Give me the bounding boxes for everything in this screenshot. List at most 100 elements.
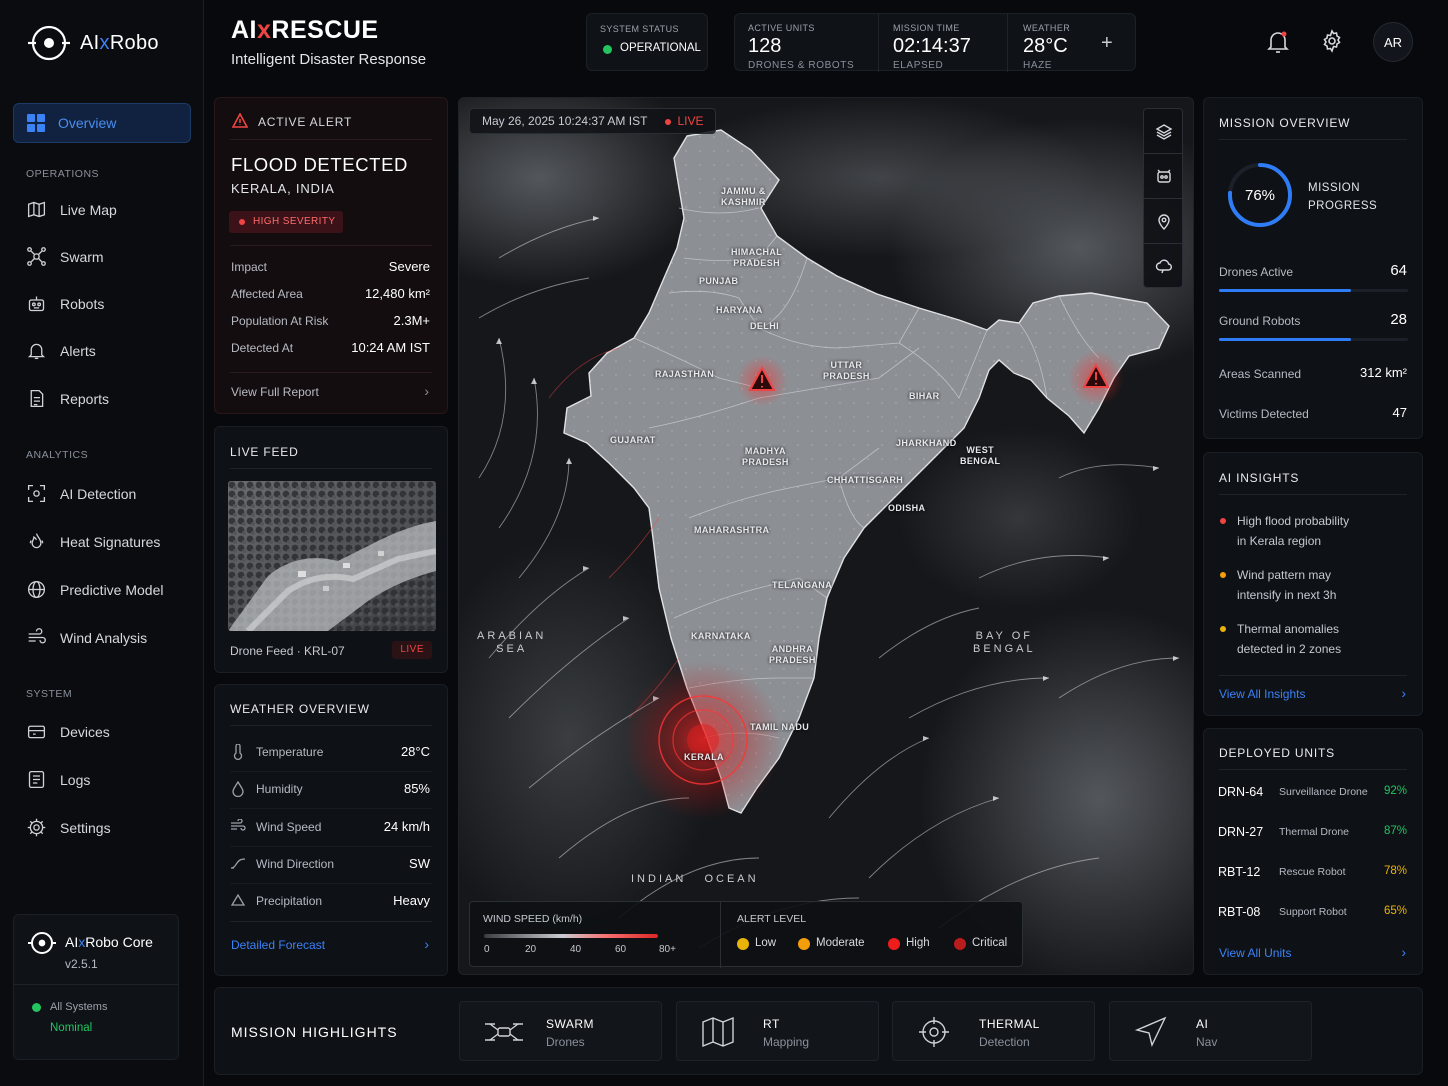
gear-icon[interactable] xyxy=(1320,29,1344,53)
wind-tick: 20 xyxy=(525,944,537,955)
chevron-right-icon[interactable]: › xyxy=(1401,944,1406,960)
state-label: KERALA xyxy=(684,752,724,762)
sidebar-item-reports[interactable]: Reports xyxy=(26,388,109,409)
weather-overview-title: WEATHER OVERVIEW xyxy=(230,702,370,716)
globe-icon xyxy=(27,580,46,599)
add-widget-button[interactable]: + xyxy=(1101,32,1113,55)
state-label: TELANGANA xyxy=(772,580,833,590)
mission-time-value: 02:14:37 xyxy=(893,35,971,57)
sea-label: ARABIAN SEA xyxy=(477,630,547,655)
unit-battery: 92% xyxy=(1383,785,1407,797)
sidebar-item-logs[interactable]: Logs xyxy=(26,769,90,790)
state-label: PUNJAB xyxy=(699,276,739,286)
mission-progress-value: 76% xyxy=(1244,187,1276,204)
view-full-report-link[interactable]: View Full Report xyxy=(231,385,319,399)
sidebar-item-predictive-model[interactable]: Predictive Model xyxy=(26,579,164,600)
india-map-canvas[interactable] xyxy=(459,98,1194,975)
severity-badge: HIGH SEVERITY xyxy=(229,211,344,233)
sidebar-item-heat-signatures[interactable]: Heat Signatures xyxy=(26,531,160,552)
unit-id[interactable]: RBT-12 xyxy=(1218,865,1260,879)
highlight-subtitle: Drones xyxy=(546,1035,585,1049)
sidebar-item-settings[interactable]: Settings xyxy=(26,817,111,838)
sidebar-item-alerts[interactable]: Alerts xyxy=(26,340,96,361)
divider xyxy=(1144,198,1182,199)
drone-feed-image[interactable] xyxy=(228,481,436,631)
divider xyxy=(230,139,432,140)
active-units-label: ACTIVE UNITS xyxy=(748,23,815,33)
chevron-right-icon[interactable]: › xyxy=(424,383,429,399)
alert-level-low: Low xyxy=(737,937,776,950)
ai-insights-title: AI INSIGHTS xyxy=(1219,471,1300,485)
divider xyxy=(1144,243,1182,244)
divider xyxy=(230,808,432,809)
live-feed-panel: LIVE FEED Drone Feed · KRL-07 LIVE xyxy=(214,426,448,673)
sidebar-item-ai-detection[interactable]: AI Detection xyxy=(26,483,136,504)
section-analytics: ANALYTICS xyxy=(26,449,89,461)
mission-row-value: 47 xyxy=(1392,405,1407,420)
unit-id[interactable]: RBT-08 xyxy=(1218,905,1260,919)
sidebar-item-live-map[interactable]: Live Map xyxy=(26,199,117,220)
alert-row-value: 10:24 AM IST xyxy=(351,340,430,355)
map-icon xyxy=(702,1016,734,1048)
alert-heading: ACTIVE ALERT xyxy=(258,115,353,129)
weather-sub: HAZE xyxy=(1023,60,1053,71)
state-label: HIMACHAL PRADESH xyxy=(731,247,783,268)
sidebar-item-swarm[interactable]: Swarm xyxy=(26,246,104,267)
live-map[interactable]: May 26, 2025 10:24:37 AM IST LIVE JAMMU &… xyxy=(458,97,1194,975)
sidebar-item-robots[interactable]: Robots xyxy=(26,293,104,314)
divider xyxy=(1219,139,1407,140)
status-dot xyxy=(603,45,612,54)
mission-overview-title: MISSION OVERVIEW xyxy=(1219,116,1351,130)
core-version: v2.5.1 xyxy=(65,957,98,971)
system-status-label: SYSTEM STATUS xyxy=(600,24,679,34)
scan-icon xyxy=(27,484,46,503)
layers-icon[interactable] xyxy=(1155,123,1173,141)
page-subtitle: Intelligent Disaster Response xyxy=(231,51,427,68)
highlight-card-mapping[interactable]: RT Mapping xyxy=(676,1001,879,1061)
divider xyxy=(878,14,879,72)
sidebar-item-overview[interactable]: Overview xyxy=(13,103,191,143)
insight-item[interactable]: High flood probability in Kerala region xyxy=(1237,511,1349,551)
chevron-right-icon[interactable]: › xyxy=(424,936,429,952)
divider xyxy=(14,984,178,985)
state-label: GUJARAT xyxy=(610,435,656,445)
highlight-title: AI xyxy=(1196,1017,1209,1031)
chevron-right-icon[interactable]: › xyxy=(1401,685,1406,701)
unit-type: Support Robot xyxy=(1279,906,1347,918)
cloud-icon[interactable] xyxy=(1155,257,1173,275)
insight-item[interactable]: Thermal anomalies detected in 2 zones xyxy=(1237,619,1341,659)
brand-logo[interactable]: AIxRobo xyxy=(28,22,159,64)
insight-item[interactable]: Wind pattern may intensify in next 3h xyxy=(1237,565,1336,605)
highlight-card-ai-nav[interactable]: AI Nav xyxy=(1109,1001,1312,1061)
unit-id[interactable]: DRN-27 xyxy=(1218,825,1263,839)
divider xyxy=(230,372,432,373)
wind-tick: 80+ xyxy=(659,944,676,955)
mission-highlights-title: MISSION HIGHLIGHTS xyxy=(231,1024,398,1040)
divider xyxy=(720,902,721,968)
map-datetime: May 26, 2025 10:24:37 AM IST LIVE xyxy=(469,108,717,134)
highlight-card-thermal[interactable]: THERMAL Detection xyxy=(892,1001,1095,1061)
alert-row-value: 2.3M+ xyxy=(393,313,431,328)
view-all-insights-link[interactable]: View All Insights xyxy=(1219,687,1306,701)
state-label: TAMIL NADU xyxy=(750,722,810,732)
view-all-units-link[interactable]: View All Units xyxy=(1219,946,1291,960)
location-pin-icon[interactable] xyxy=(1155,212,1173,230)
sidebar-item-devices[interactable]: Devices xyxy=(26,721,110,742)
sidebar-item-label: Predictive Model xyxy=(60,581,164,598)
divider xyxy=(230,468,432,469)
sidebar-item-wind-analysis[interactable]: Wind Analysis xyxy=(26,627,147,648)
state-label: WEST BENGAL xyxy=(960,445,1001,466)
user-avatar[interactable]: AR xyxy=(1373,22,1413,62)
sidebar-item-label: Settings xyxy=(60,819,111,836)
alert-level-critical: Critical xyxy=(954,937,1007,950)
weather-row-label: Humidity xyxy=(256,782,303,796)
sidebar-item-label: Robots xyxy=(60,295,105,312)
unit-id[interactable]: DRN-64 xyxy=(1218,785,1263,799)
weather-row-value: 24 km/h xyxy=(383,819,430,834)
robot-head-icon[interactable] xyxy=(1155,167,1173,185)
detailed-forecast-link[interactable]: Detailed Forecast xyxy=(231,938,325,952)
highlight-card-swarm[interactable]: SWARM Drones xyxy=(459,1001,662,1061)
notification-bell-icon[interactable] xyxy=(1266,29,1290,55)
divider xyxy=(230,846,432,847)
mission-time-label: MISSION TIME xyxy=(893,23,960,33)
